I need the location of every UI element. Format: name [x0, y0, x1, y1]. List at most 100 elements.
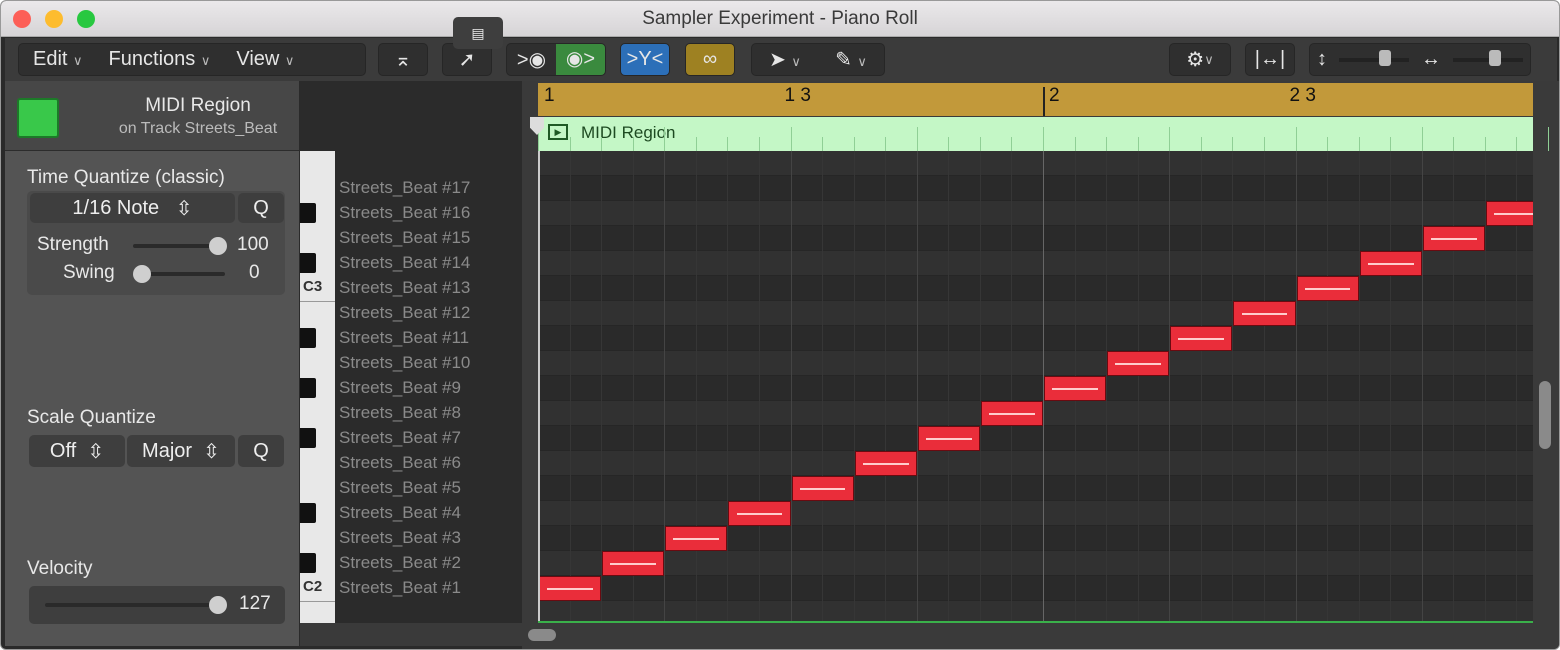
region-tick — [853, 137, 855, 151]
pointer-tool-menu[interactable]: ➤ ∨ — [752, 47, 818, 72]
fit-icon: |↔| — [1254, 48, 1286, 70]
time-quantize-select[interactable]: 1/16 Note ⇳ — [30, 193, 235, 223]
minimize-button[interactable] — [45, 10, 63, 28]
link-button[interactable]: ∞ — [685, 43, 735, 76]
midi-note[interactable] — [1170, 326, 1233, 351]
midi-note[interactable] — [1485, 201, 1533, 226]
pencil-tool-menu[interactable]: ✎ ∨ — [818, 47, 884, 72]
region-tick — [1263, 137, 1265, 151]
midi-note[interactable] — [1107, 351, 1170, 376]
region-tick — [1137, 137, 1139, 151]
note-name: Streets_Beat #7 — [339, 428, 461, 447]
view-label: View — [236, 48, 280, 70]
black-key[interactable] — [300, 203, 316, 223]
region-tick — [885, 137, 887, 151]
key-label-c3: C3 — [303, 278, 323, 295]
automation-icon: ➚ — [458, 49, 476, 71]
vertical-scrollbar[interactable] — [1539, 381, 1551, 449]
edit-label: Edit — [33, 48, 68, 70]
velocity-slider[interactable] — [45, 596, 227, 614]
midi-note[interactable] — [917, 426, 980, 451]
note-name: Streets_Beat #5 — [339, 478, 461, 497]
midi-note[interactable] — [1233, 301, 1296, 326]
view-menu[interactable]: View ∨ — [236, 48, 294, 71]
black-key[interactable] — [300, 328, 316, 348]
note-name: Streets_Beat #15 — [339, 228, 471, 247]
zoom-button[interactable] — [77, 10, 95, 28]
note-name: Streets_Beat #12 — [339, 303, 471, 322]
collapse-button[interactable]: ⌅ — [378, 43, 428, 76]
fit-button[interactable]: |↔| — [1245, 43, 1295, 76]
scale-quantize-label: Scale Quantize — [27, 407, 156, 428]
midi-note[interactable] — [854, 451, 917, 476]
note-name: Streets_Beat #16 — [339, 203, 471, 222]
midi-note[interactable] — [1359, 251, 1422, 276]
piano-roll-window: Sampler Experiment - Piano Roll Edit ∨ F… — [0, 0, 1560, 650]
title-bar: Sampler Experiment - Piano Roll — [1, 1, 1559, 37]
region-tick — [601, 137, 603, 151]
functions-menu[interactable]: Functions ∨ — [109, 48, 211, 71]
region-tick — [1327, 137, 1329, 151]
vertical-zoom-slider[interactable] — [1339, 49, 1409, 66]
strength-value: 100 — [237, 234, 269, 255]
note-grid[interactable] — [538, 151, 1533, 623]
edit-menu[interactable]: Edit ∨ — [33, 48, 83, 71]
window-title: Sampler Experiment - Piano Roll — [642, 8, 918, 29]
midi-out-button[interactable]: ◉> — [556, 44, 605, 75]
midi-note[interactable] — [1296, 276, 1359, 301]
note-name: Streets_Beat #14 — [339, 253, 471, 272]
midi-note[interactable] — [791, 476, 854, 501]
midi-note[interactable] — [1044, 376, 1107, 401]
black-key[interactable] — [300, 553, 316, 573]
time-quantize-q-button[interactable]: Q — [238, 193, 284, 223]
inspector: MIDI Region on Track Streets_Beat ▤ Time… — [5, 17, 503, 646]
midi-note[interactable] — [539, 576, 602, 601]
close-button[interactable] — [13, 10, 31, 28]
tool-group: ➤ ∨ ✎ ∨ — [751, 43, 885, 76]
midi-region-header[interactable]: ▶ MIDI Region — [538, 117, 1549, 151]
horizontal-zoom-slider[interactable] — [1453, 49, 1523, 66]
region-tick — [695, 137, 697, 151]
region-tick — [1200, 137, 1202, 151]
velocity-label: Velocity — [27, 558, 93, 579]
region-end-line — [538, 621, 1533, 623]
black-key[interactable] — [300, 253, 316, 273]
time-quantize-value: 1/16 Note — [72, 196, 160, 219]
region-menu-button[interactable]: ▤ — [453, 17, 503, 49]
black-key[interactable] — [300, 378, 316, 398]
key-label-c2: C2 — [303, 578, 323, 595]
region-tick — [790, 127, 792, 151]
midi-note[interactable] — [728, 501, 791, 526]
playhead-line — [538, 151, 540, 623]
region-tick — [979, 137, 981, 151]
midi-in-button[interactable]: >◉ — [507, 47, 556, 72]
midi-note[interactable] — [602, 551, 665, 576]
region-tick — [822, 137, 824, 151]
midi-in-out-group: >◉ ◉> — [506, 43, 606, 76]
strength-slider[interactable] — [133, 237, 227, 255]
functions-label: Functions — [108, 48, 196, 70]
region-tick — [948, 137, 950, 151]
scale-root-select[interactable]: Off ⇳ — [29, 435, 125, 467]
midi-note[interactable] — [1422, 226, 1485, 251]
catch-button[interactable]: >Υ< — [620, 43, 670, 76]
region-tick — [1011, 137, 1013, 151]
note-name: Streets_Beat #1 — [339, 578, 461, 597]
sampler-icon — [17, 98, 59, 138]
scale-root-value: Off — [49, 439, 77, 462]
horizontal-scrollbar[interactable] — [528, 629, 556, 641]
black-key[interactable] — [300, 428, 316, 448]
swing-slider[interactable] — [133, 265, 225, 283]
scale-quantize-q-button[interactable]: Q — [238, 435, 284, 467]
horizontal-zoom-icon: ↔ — [1421, 48, 1441, 70]
midi-note[interactable] — [665, 526, 728, 551]
settings-menu[interactable]: ⚙ ∨ — [1169, 43, 1231, 76]
piano-keyboard[interactable]: C2 C3 — [300, 151, 335, 623]
bar-ruler[interactable]: 1 1 3 2 2 3 — [538, 83, 1533, 116]
midi-note[interactable] — [980, 401, 1043, 426]
note-name: Streets_Beat #8 — [339, 403, 461, 422]
scale-type-select[interactable]: Major ⇳ — [127, 435, 235, 467]
toolbar: Edit ∨ Functions ∨ View ∨ ⌅ ➚ >◉ ◉> >Υ< … — [5, 38, 1557, 81]
black-key[interactable] — [300, 503, 316, 523]
strength-label: Strength — [37, 234, 109, 255]
